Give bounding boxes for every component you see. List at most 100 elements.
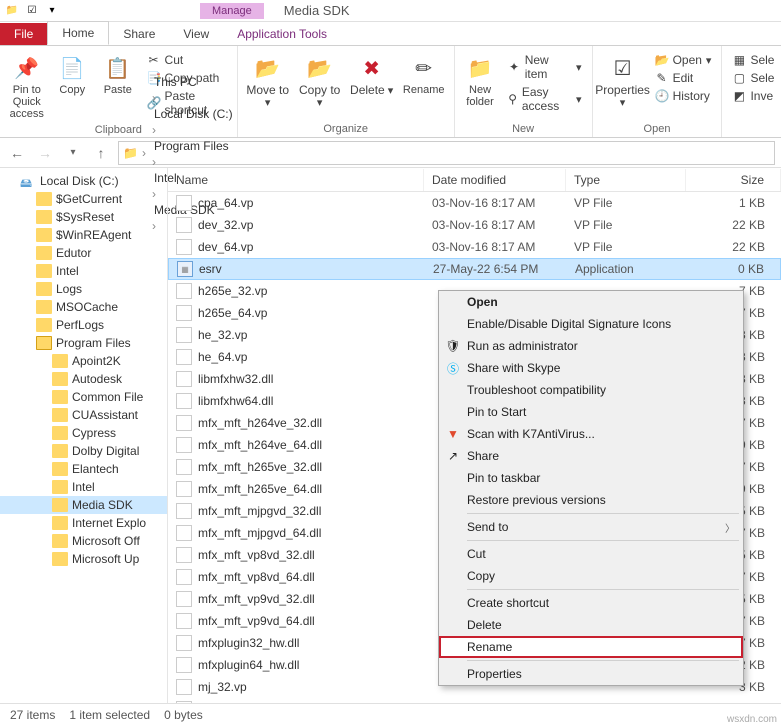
new-item-button[interactable]: ✦New item ▾: [505, 52, 583, 82]
breadcrumb-item[interactable]: Local Disk (C:): [150, 105, 237, 123]
context-item[interactable]: Rename: [439, 636, 743, 658]
forward-button[interactable]: →: [34, 142, 56, 164]
context-label: Rename: [467, 640, 512, 654]
breadcrumb[interactable]: 📁 › This PC›Local Disk (C:)›Program File…: [118, 141, 775, 165]
tree-node[interactable]: Autodesk: [0, 370, 167, 388]
tree-node[interactable]: Intel: [0, 478, 167, 496]
context-item[interactable]: Properties: [439, 663, 743, 685]
new-folder-button[interactable]: 📁New folder: [461, 50, 500, 110]
context-item[interactable]: ↗Share: [439, 445, 743, 467]
easy-access-button[interactable]: ⚲Easy access ▾: [505, 84, 583, 114]
tab-file[interactable]: File: [0, 23, 47, 45]
delete-button[interactable]: ✖Delete ▾: [348, 50, 396, 99]
file-icon: [176, 239, 192, 255]
tab-home[interactable]: Home: [47, 21, 109, 45]
tree-label: CUAssistant: [72, 408, 138, 422]
context-item[interactable]: Enable/Disable Digital Signature Icons: [439, 313, 743, 335]
context-item[interactable]: Delete: [439, 614, 743, 636]
tree-node[interactable]: Intel: [0, 262, 167, 280]
column-date[interactable]: Date modified: [424, 169, 566, 191]
folder-icon: [52, 354, 68, 368]
tree-node[interactable]: PerfLogs: [0, 316, 167, 334]
context-item[interactable]: Troubleshoot compatibility: [439, 379, 743, 401]
select-none-button[interactable]: ▢Sele: [730, 70, 776, 86]
tree-node[interactable]: Program Files: [0, 334, 167, 352]
context-item[interactable]: ▼Scan with K7AntiVirus...: [439, 423, 743, 445]
tree-node[interactable]: Dolby Digital: [0, 442, 167, 460]
qat-dropdown-icon[interactable]: ▾: [44, 3, 60, 19]
tree-node[interactable]: $SysReset: [0, 208, 167, 226]
column-type[interactable]: Type: [566, 169, 686, 191]
copy-button[interactable]: 📄Copy: [52, 50, 94, 98]
history-dropdown[interactable]: ▾: [62, 142, 84, 164]
tree-node[interactable]: Microsoft Off: [0, 532, 167, 550]
tree-node[interactable]: Common File: [0, 388, 167, 406]
tree-node[interactable]: Microsoft Up: [0, 550, 167, 568]
folder-icon: [52, 390, 68, 404]
select-all-button[interactable]: ▦Sele: [730, 52, 776, 68]
tree-node[interactable]: $GetCurrent: [0, 190, 167, 208]
tab-view[interactable]: View: [169, 23, 223, 45]
edit-icon: ✎: [655, 71, 669, 85]
chevron-right-icon[interactable]: ›: [150, 123, 158, 137]
column-size[interactable]: Size: [686, 169, 781, 191]
breadcrumb-item[interactable]: This PC: [150, 73, 237, 91]
chevron-right-icon[interactable]: ›: [140, 146, 148, 160]
tree-label: Edutor: [56, 246, 91, 260]
open-button[interactable]: 📂Open ▾: [653, 52, 714, 68]
tree-view[interactable]: 🖴Local Disk (C:)$GetCurrent$SysReset$Win…: [0, 168, 168, 703]
history-button[interactable]: 🕘History: [653, 88, 714, 104]
tree-node[interactable]: Edutor: [0, 244, 167, 262]
context-item[interactable]: Pin to taskbar: [439, 467, 743, 489]
tree-node[interactable]: Apoint2K: [0, 352, 167, 370]
rename-button[interactable]: ✏Rename: [400, 50, 448, 98]
tree-node[interactable]: Media SDK: [0, 496, 167, 514]
file-size: 22 KB: [686, 240, 781, 254]
tree-node[interactable]: CUAssistant: [0, 406, 167, 424]
table-row[interactable]: cpa_64.vp 03-Nov-16 8:17 AM VP File 1 KB: [168, 192, 781, 214]
tab-share[interactable]: Share: [109, 23, 169, 45]
context-item[interactable]: Cut: [439, 543, 743, 565]
tree-node[interactable]: 🖴Local Disk (C:): [0, 172, 167, 190]
move-to-button[interactable]: 📂Move to ▾: [244, 50, 292, 111]
paste-button[interactable]: 📋Paste: [97, 50, 139, 98]
tree-node[interactable]: MSOCache: [0, 298, 167, 316]
breadcrumb-item[interactable]: Program Files: [150, 137, 237, 155]
table-row[interactable]: ▦esrv 27-May-22 6:54 PM Application 0 KB: [168, 258, 781, 280]
cut-button[interactable]: ✂Cut: [145, 52, 229, 68]
table-row[interactable]: dev_64.vp 03-Nov-16 8:17 AM VP File 22 K…: [168, 236, 781, 258]
up-button[interactable]: ↑: [90, 142, 112, 164]
properties-button[interactable]: ☑Properties ▾: [599, 50, 647, 111]
tree-node[interactable]: Elantech: [0, 460, 167, 478]
context-item[interactable]: Restore previous versions: [439, 489, 743, 511]
tree-node[interactable]: Internet Explo: [0, 514, 167, 532]
back-button[interactable]: ←: [6, 142, 28, 164]
manage-contextual-tab[interactable]: Manage: [200, 3, 264, 19]
column-name[interactable]: Name: [168, 169, 424, 191]
tab-application-tools[interactable]: Application Tools: [223, 23, 341, 45]
file-icon: [176, 305, 192, 321]
chevron-right-icon[interactable]: ›: [150, 155, 158, 169]
context-item[interactable]: Pin to Start: [439, 401, 743, 423]
context-item[interactable]: Copy: [439, 565, 743, 587]
pin-to-quick-access-button[interactable]: 📌Pin to Quick access: [6, 50, 48, 122]
context-item[interactable]: ⓈShare with Skype: [439, 357, 743, 379]
tree-label: Cypress: [72, 426, 116, 440]
paste-icon: 📋: [102, 52, 134, 84]
chevron-right-icon[interactable]: ›: [150, 91, 158, 105]
invert-selection-button[interactable]: ◩Inve: [730, 88, 776, 104]
edit-button[interactable]: ✎Edit: [653, 70, 714, 86]
copy-to-button[interactable]: 📂Copy to ▾: [296, 50, 344, 111]
folder-icon: 📁: [4, 3, 20, 19]
context-item[interactable]: 🛡Run as administrator: [439, 335, 743, 357]
tree-node[interactable]: $WinREAgent: [0, 226, 167, 244]
tree-node[interactable]: Logs: [0, 280, 167, 298]
context-item[interactable]: Send to〉: [439, 516, 743, 538]
context-item[interactable]: Create shortcut: [439, 592, 743, 614]
context-item[interactable]: Open: [439, 291, 743, 313]
checkbox-icon[interactable]: ☑: [24, 3, 40, 19]
folder-icon: [36, 228, 52, 242]
table-row[interactable]: dev_32.vp 03-Nov-16 8:17 AM VP File 22 K…: [168, 214, 781, 236]
column-headers: Name Date modified Type Size: [168, 168, 781, 192]
tree-node[interactable]: Cypress: [0, 424, 167, 442]
